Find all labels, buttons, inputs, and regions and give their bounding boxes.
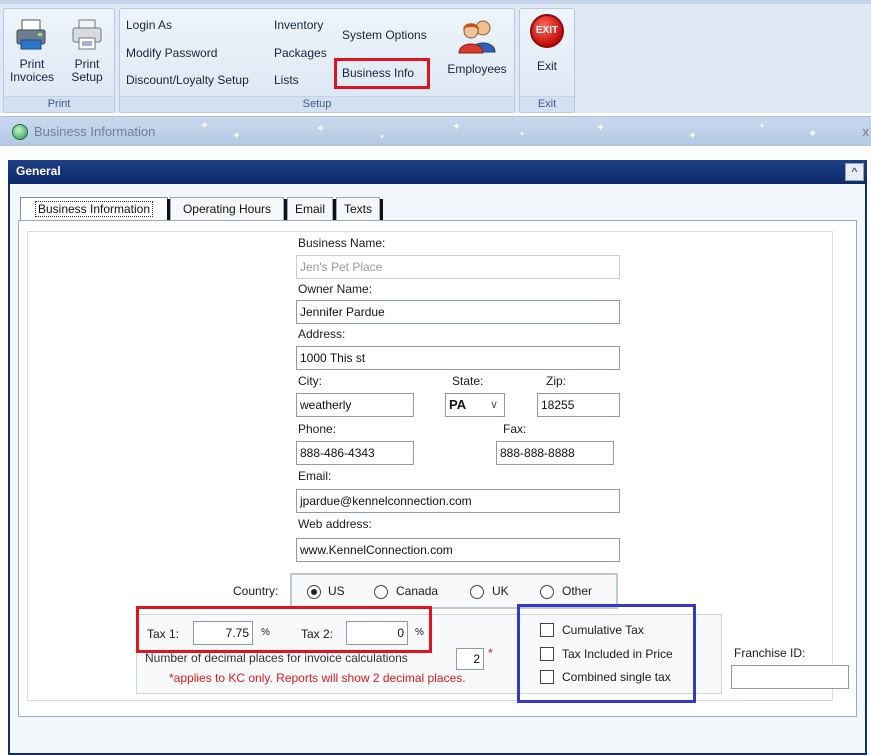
print-invoices-button[interactable]: Print Invoices bbox=[4, 18, 60, 98]
decimal-places-note: *applies to KC only. Reports will show 2… bbox=[169, 671, 466, 685]
country-radio-us[interactable] bbox=[307, 585, 321, 599]
print-setup-label: Print Setup bbox=[71, 57, 103, 84]
app-window-icon bbox=[12, 124, 28, 140]
print-setup-button[interactable]: Print Setup bbox=[64, 18, 110, 98]
lists-button[interactable]: Lists bbox=[274, 73, 299, 87]
country-label: Country: bbox=[233, 584, 279, 598]
business-name-label: Business Name: bbox=[298, 236, 386, 250]
state-select[interactable]: PA ∨ bbox=[445, 393, 505, 417]
address-label: Address: bbox=[298, 327, 346, 341]
phone-label: Phone: bbox=[298, 422, 337, 436]
setup-group-label: Setup bbox=[120, 96, 514, 112]
system-options-button[interactable]: System Options bbox=[342, 28, 427, 42]
decimal-places-label: Number of decimal places for invoice cal… bbox=[145, 651, 408, 665]
discount-loyalty-setup-button[interactable]: Discount/Loyalty Setup bbox=[126, 73, 249, 87]
printer-setup-icon bbox=[72, 19, 102, 50]
exit-label: Exit bbox=[536, 59, 557, 73]
packages-button[interactable]: Packages bbox=[274, 46, 327, 60]
employees-button[interactable]: Employees bbox=[440, 18, 514, 98]
web-address-label: Web address: bbox=[298, 517, 372, 531]
ribbon-toolbar: Print Print Invoices Print Setup Setup L… bbox=[0, 0, 871, 113]
printer-invoices-icon bbox=[16, 19, 46, 50]
web-address-field[interactable]: www.KennelConnection.com bbox=[296, 538, 620, 562]
country-option-uk: UK bbox=[492, 584, 509, 598]
window-close-button[interactable]: x bbox=[863, 124, 870, 139]
country-radio-other[interactable] bbox=[540, 585, 554, 599]
email-label: Email: bbox=[298, 469, 332, 483]
login-as-button[interactable]: Login As bbox=[126, 18, 172, 32]
print-group-label: Print bbox=[4, 96, 114, 112]
state-label: State: bbox=[452, 374, 484, 388]
exit-button[interactable]: EXIT Exit bbox=[522, 14, 572, 94]
tax-highlight bbox=[136, 606, 432, 653]
inventory-button[interactable]: Inventory bbox=[274, 18, 323, 32]
employees-icon bbox=[458, 20, 496, 54]
employees-label: Employees bbox=[447, 62, 507, 76]
tab-business-information-label: Business Information bbox=[34, 201, 154, 217]
print-invoices-label: Print Invoices bbox=[9, 57, 55, 84]
city-field[interactable]: weatherly bbox=[296, 393, 414, 417]
exit-icon-text: EXIT bbox=[535, 25, 559, 36]
franchise-id-field[interactable] bbox=[731, 665, 849, 689]
exit-group-label: Exit bbox=[520, 96, 574, 112]
fax-field[interactable]: 888-888-8888 bbox=[496, 441, 614, 465]
tab-email[interactable]: Email bbox=[287, 197, 333, 221]
zip-label: Zip: bbox=[546, 374, 567, 388]
business-info-highlight bbox=[334, 58, 430, 89]
country-option-other: Other bbox=[562, 584, 593, 598]
tab-texts[interactable]: Texts bbox=[336, 197, 380, 221]
general-panel-title: General bbox=[16, 164, 61, 178]
owner-name-label: Owner Name: bbox=[298, 282, 373, 296]
zip-field[interactable]: 18255 bbox=[537, 393, 620, 417]
phone-field[interactable]: 888-486-4343 bbox=[296, 441, 414, 465]
tab-email-label: Email bbox=[294, 202, 325, 216]
tab-separator bbox=[380, 199, 383, 221]
tab-business-information[interactable]: Business Information bbox=[20, 197, 168, 221]
tax-options-highlight bbox=[517, 604, 696, 703]
tab-texts-label: Texts bbox=[343, 202, 372, 216]
country-radio-canada[interactable] bbox=[374, 585, 388, 599]
country-radio-uk[interactable] bbox=[470, 585, 484, 599]
address-field[interactable]: 1000 This st bbox=[296, 346, 620, 370]
owner-name-field[interactable]: Jennifer Pardue bbox=[296, 300, 620, 324]
state-value: PA bbox=[449, 397, 467, 412]
decimal-places-required-mark: * bbox=[488, 646, 493, 660]
email-field[interactable]: jpardue@kennelconnection.com bbox=[296, 489, 620, 513]
tab-operating-hours[interactable]: Operating Hours bbox=[170, 197, 284, 221]
panel-collapse-button[interactable]: ^ bbox=[845, 163, 864, 181]
window-title: Business Information bbox=[34, 124, 156, 139]
franchise-id-label: Franchise ID: bbox=[734, 646, 806, 660]
general-panel-header: General bbox=[8, 160, 867, 184]
country-option-canada: Canada bbox=[396, 584, 439, 598]
business-name-field[interactable]: Jen's Pet Place bbox=[296, 255, 620, 279]
city-label: City: bbox=[298, 374, 322, 388]
fax-label: Fax: bbox=[503, 422, 527, 436]
exit-icon: EXIT bbox=[530, 14, 564, 48]
modify-password-button[interactable]: Modify Password bbox=[126, 46, 217, 60]
decimal-places-field[interactable]: 2 bbox=[456, 648, 484, 670]
country-option-us: US bbox=[328, 584, 345, 598]
tab-operating-hours-label: Operating Hours bbox=[182, 202, 272, 216]
window-titlebar: Business Information ✦ ✦ ✦ • ✦ • ✦ ✦ • ✦… bbox=[0, 116, 871, 146]
chevron-down-icon: ∨ bbox=[489, 399, 498, 411]
